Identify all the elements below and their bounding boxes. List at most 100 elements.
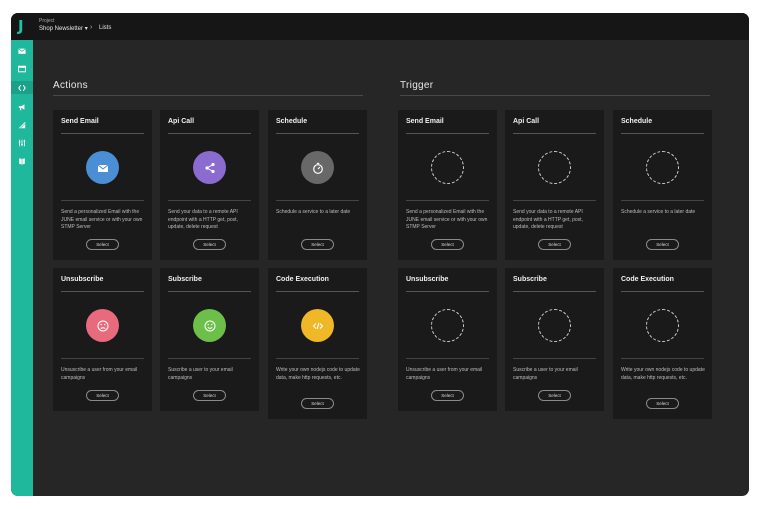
- card-title: Api Call: [168, 118, 195, 125]
- card-divider: [406, 200, 489, 201]
- card-divider: [621, 200, 704, 201]
- card-title: Code Execution: [276, 276, 329, 283]
- card-title: Unsubscribe: [406, 276, 449, 283]
- actions-section-divider: [53, 95, 363, 96]
- card-divider: [276, 200, 359, 201]
- empty-slot-icon: [538, 309, 571, 342]
- select-button[interactable]: Select: [301, 239, 334, 250]
- trigger-section-title: Trigger: [400, 80, 434, 91]
- smile-face-icon: [193, 309, 226, 342]
- megaphone-icon[interactable]: [16, 101, 28, 113]
- trigger-card-unsubscribe[interactable]: Unsubscribe Unsuscribe a user from your …: [398, 268, 497, 411]
- card-description: Write your own nodejs code to update dat…: [276, 367, 360, 381]
- empty-slot-icon: [646, 151, 679, 184]
- empty-slot-icon: [431, 309, 464, 342]
- card-divider: [168, 291, 251, 292]
- card-divider: [61, 358, 144, 359]
- card-divider: [513, 291, 596, 292]
- select-button[interactable]: Select: [538, 390, 571, 401]
- card-divider: [513, 133, 596, 134]
- app-logo[interactable]: J: [18, 17, 30, 35]
- actions-section-title: Actions: [53, 80, 88, 91]
- empty-slot-icon: [646, 309, 679, 342]
- select-button[interactable]: Select: [646, 398, 679, 409]
- action-card-api-call[interactable]: Api Call Send your data to a remote API …: [160, 110, 259, 260]
- card-title: Unsubscribe: [61, 276, 104, 283]
- select-button[interactable]: Select: [301, 398, 334, 409]
- card-title: Code Execution: [621, 276, 674, 283]
- select-button[interactable]: Select: [193, 239, 226, 250]
- breadcrumb-project-label: Project: [39, 18, 55, 24]
- card-description: Write your own nodejs code to update dat…: [621, 367, 705, 381]
- stopwatch-icon: [301, 151, 334, 184]
- card-title: Send Email: [61, 118, 99, 125]
- card-divider: [621, 133, 704, 134]
- sad-face-icon: [86, 309, 119, 342]
- card-description: Send a personalized Email with the JUNE …: [406, 209, 488, 230]
- action-card-unsubscribe[interactable]: Unsubscribe Unsuscribe a user from your …: [53, 268, 152, 411]
- card-title: Schedule: [621, 118, 653, 125]
- card-description: Unsuscribe a user from your email campai…: [61, 367, 138, 381]
- card-divider: [61, 200, 144, 201]
- card-title: Subscribe: [168, 276, 202, 283]
- app-window: J Project Shop Newsletter ▾ › Lists Acti…: [11, 13, 749, 496]
- card-description: Schedule a service to a later date: [621, 209, 696, 215]
- card-divider: [406, 291, 489, 292]
- card-divider: [61, 291, 144, 292]
- trigger-card-subscribe[interactable]: Subscribe Suscribe a user to your email …: [505, 268, 604, 411]
- trigger-card-api-call[interactable]: Api Call Send your data to a remote API …: [505, 110, 604, 260]
- select-button[interactable]: Select: [193, 390, 226, 401]
- project-selector[interactable]: Shop Newsletter ▾: [39, 25, 88, 32]
- select-button[interactable]: Select: [646, 239, 679, 250]
- window-icon[interactable]: [16, 63, 28, 75]
- card-divider: [621, 358, 704, 359]
- action-card-send-email[interactable]: Send Email Send a personalized Email wit…: [53, 110, 152, 260]
- trigger-card-schedule[interactable]: Schedule Schedule a service to a later d…: [613, 110, 712, 260]
- action-card-schedule[interactable]: Schedule Schedule a service to a later d…: [268, 110, 367, 260]
- card-description: Suscribe a user to your email campaigns: [168, 367, 233, 381]
- card-divider: [406, 358, 489, 359]
- top-bar: J Project Shop Newsletter ▾ › Lists: [11, 13, 749, 40]
- action-card-code-execution[interactable]: Code Execution Write your own nodejs cod…: [268, 268, 367, 419]
- breadcrumb-separator: ›: [90, 24, 93, 31]
- select-button[interactable]: Select: [431, 390, 464, 401]
- action-card-subscribe[interactable]: Subscribe Suscribe a user to your email …: [160, 268, 259, 411]
- signal-icon[interactable]: [16, 119, 28, 131]
- code-icon[interactable]: [11, 81, 33, 94]
- share-icon: [193, 151, 226, 184]
- card-description: Send a personalized Email with the JUNE …: [61, 209, 143, 230]
- empty-slot-icon: [538, 151, 571, 184]
- card-title: Api Call: [513, 118, 540, 125]
- breadcrumb-current[interactable]: Lists: [99, 25, 111, 31]
- card-divider: [61, 133, 144, 134]
- card-description: Schedule a service to a later date: [276, 209, 351, 215]
- select-button[interactable]: Select: [86, 390, 119, 401]
- trigger-card-code-execution[interactable]: Code Execution Write your own nodejs cod…: [613, 268, 712, 419]
- card-divider: [168, 200, 251, 201]
- card-title: Subscribe: [513, 276, 547, 283]
- select-button[interactable]: Select: [538, 239, 571, 250]
- card-title: Send Email: [406, 118, 444, 125]
- trigger-section-divider: [400, 95, 710, 96]
- card-divider: [513, 358, 596, 359]
- empty-slot-icon: [431, 151, 464, 184]
- mail-icon[interactable]: [16, 45, 28, 57]
- trigger-card-send-email[interactable]: Send Email Send a personalized Email wit…: [398, 110, 497, 260]
- select-button[interactable]: Select: [86, 239, 119, 250]
- sidebar: [11, 40, 33, 496]
- select-button[interactable]: Select: [431, 239, 464, 250]
- card-divider: [276, 291, 359, 292]
- card-title: Schedule: [276, 118, 308, 125]
- card-divider: [276, 133, 359, 134]
- card-description: Send your data to a remote API endpoint …: [513, 209, 583, 230]
- card-divider: [621, 291, 704, 292]
- envelope-icon: [86, 151, 119, 184]
- sliders-icon[interactable]: [16, 137, 28, 149]
- card-description: Unsuscribe a user from your email campai…: [406, 367, 483, 381]
- card-divider: [168, 133, 251, 134]
- card-divider: [513, 200, 596, 201]
- card-divider: [406, 133, 489, 134]
- book-icon[interactable]: [16, 155, 28, 167]
- card-divider: [168, 358, 251, 359]
- card-description: Send your data to a remote API endpoint …: [168, 209, 238, 230]
